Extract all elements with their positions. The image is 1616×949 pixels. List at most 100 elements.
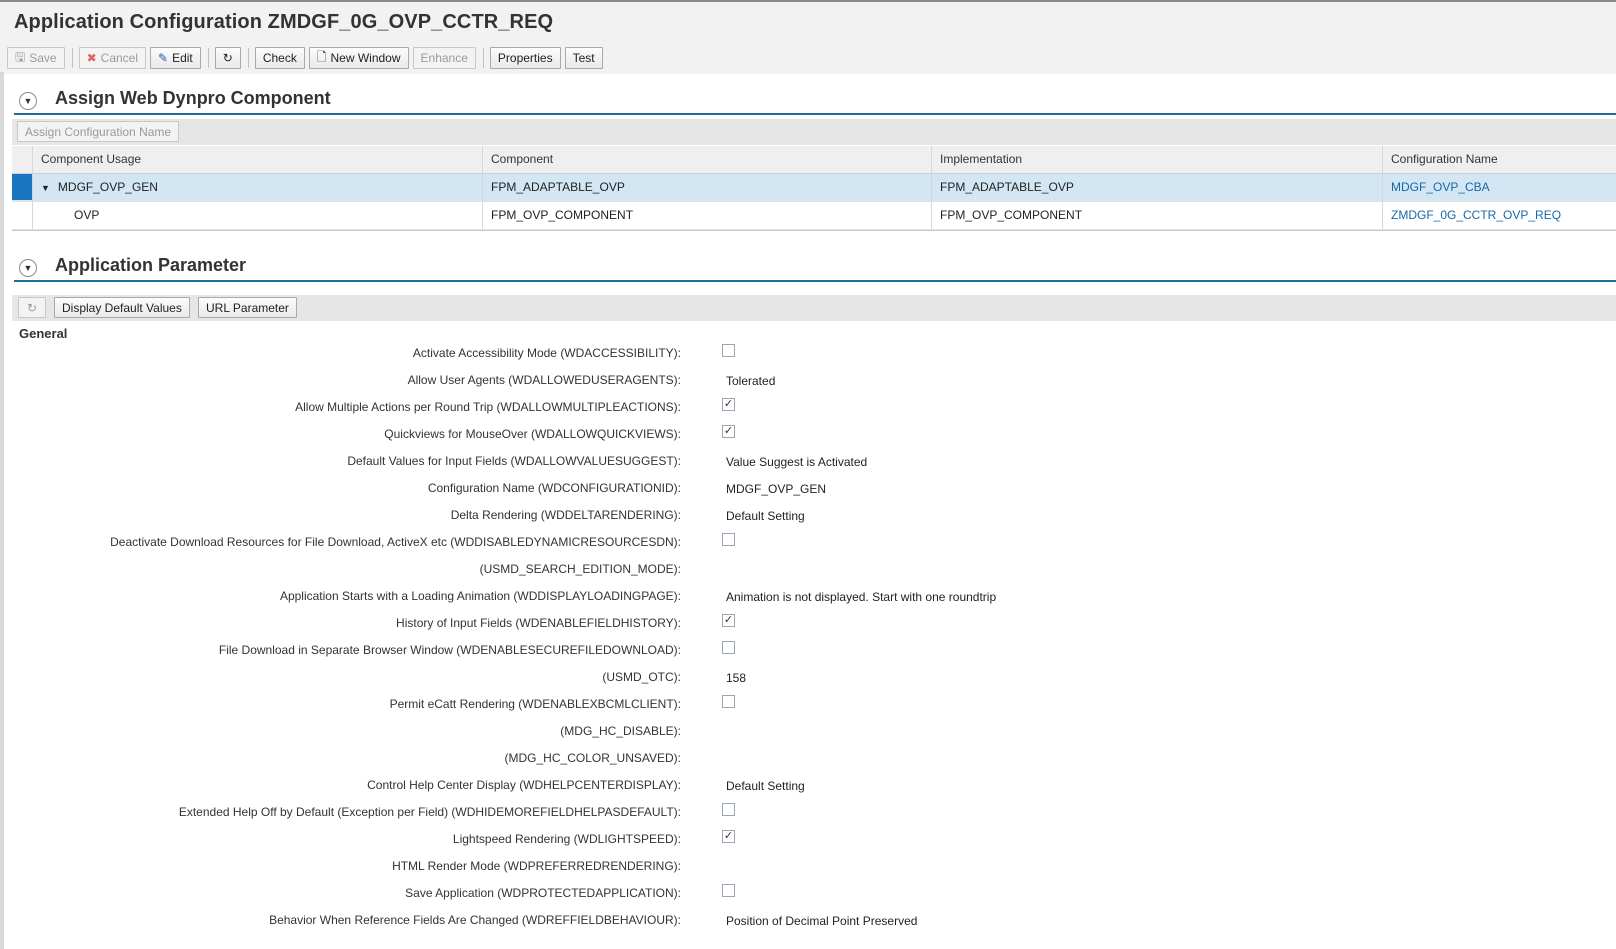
parameter-label: Extended Help Off by Default (Exception … bbox=[178, 805, 681, 819]
enhance-button[interactable]: Enhance bbox=[412, 47, 476, 69]
selection-marker bbox=[12, 174, 32, 200]
column-header[interactable]: Implementation bbox=[932, 146, 1383, 173]
parameter-label: File Download in Separate Browser Window… bbox=[218, 643, 681, 657]
parameter-label: HTML Render Mode (WDPREFERREDRENDERING): bbox=[392, 859, 681, 873]
parameter-row: Activate Accessibility Mode (WDACCESSIBI… bbox=[0, 340, 1616, 366]
page-title: Application Configuration ZMDGF_0G_OVP_C… bbox=[14, 11, 554, 33]
test-button[interactable]: Test bbox=[564, 47, 603, 69]
parameter-checkbox[interactable] bbox=[722, 695, 735, 708]
tree-expand-icon[interactable]: ▼ bbox=[41, 183, 50, 193]
close-icon: ✖ bbox=[86, 51, 97, 65]
parameter-value: Position of Decimal Point Preserved bbox=[726, 914, 918, 928]
refresh-button[interactable]: ↻ bbox=[214, 47, 241, 69]
parameter-label: (USMD_OTC): bbox=[602, 670, 681, 684]
parameter-label: Allow User Agents (WDALLOWEDUSERAGENTS): bbox=[407, 373, 681, 387]
usage-cell: OVP bbox=[33, 202, 483, 229]
parameter-label: Application Starts with a Loading Animat… bbox=[279, 589, 681, 603]
parameter-checkbox[interactable]: ✓ bbox=[722, 830, 735, 843]
collapse-toggle-icon[interactable]: ▼ bbox=[19, 259, 37, 277]
parameter-checkbox[interactable] bbox=[722, 803, 735, 816]
group-title: General bbox=[19, 326, 68, 341]
parameter-checkbox[interactable] bbox=[722, 344, 735, 357]
config-link[interactable]: ZMDGF_0G_CCTR_OVP_REQ bbox=[1391, 208, 1561, 222]
pencil-icon: ✎ bbox=[158, 51, 169, 65]
toolbar-separator bbox=[482, 48, 484, 68]
edit-button[interactable]: ✎ Edit bbox=[150, 47, 201, 69]
parameter-value: 158 bbox=[726, 671, 747, 685]
column-header[interactable]: Component Usage bbox=[33, 146, 483, 173]
parameter-label: (USMD_SEARCH_EDITION_MODE): bbox=[479, 562, 681, 576]
section-title: Assign Web Dynpro Component bbox=[55, 88, 331, 108]
parameter-row: Allow User Agents (WDALLOWEDUSERAGENTS):… bbox=[0, 367, 1616, 393]
column-header[interactable]: Component bbox=[483, 146, 932, 173]
row-selector[interactable] bbox=[12, 174, 33, 201]
parameter-label: Lightspeed Rendering (WDLIGHTSPEED): bbox=[452, 832, 681, 846]
config-link[interactable]: MDGF_OVP_CBA bbox=[1391, 180, 1490, 194]
param-section-header: ▼ Application Parameter bbox=[14, 252, 1616, 282]
parameter-value: Default Setting bbox=[726, 509, 805, 523]
config-cell: ZMDGF_0G_CCTR_OVP_REQ bbox=[1383, 202, 1616, 229]
parameter-row: Allow Multiple Actions per Round Trip (W… bbox=[0, 394, 1616, 420]
parameter-row: (USMD_OTC): 158 bbox=[0, 664, 1616, 690]
assign-section-header: ▼ Assign Web Dynpro Component bbox=[14, 85, 1616, 115]
properties-button[interactable]: Properties bbox=[489, 47, 561, 69]
parameter-value: Animation is not displayed. Start with o… bbox=[726, 590, 997, 604]
assign-toolbar: Assign Configuration Name bbox=[12, 119, 1616, 145]
parameter-label: Deactivate Download Resources for File D… bbox=[110, 535, 681, 549]
main-toolbar: 🖫 Save ✖ Cancel ✎ Edit ↻ Check 🗋 New Window … bbox=[7, 46, 607, 70]
parameter-row: Deactivate Download Resources for File D… bbox=[0, 529, 1616, 555]
parameter-checkbox[interactable] bbox=[722, 641, 735, 654]
table-row[interactable]: ▼ MDGF_OVP_GEN FPM_ADAPTABLE_OVP FPM_ADAP… bbox=[12, 174, 1616, 202]
usage-cell: ▼ MDGF_OVP_GEN bbox=[33, 174, 483, 201]
parameter-row: Permit eCatt Rendering (WDENABLEXBCMLCLI… bbox=[0, 691, 1616, 717]
new-window-button[interactable]: 🗋 New Window bbox=[308, 47, 409, 69]
parameter-row: Default Values for Input Fields (WDALLOW… bbox=[0, 448, 1616, 474]
header-area: Application Configuration ZMDGF_0G_OVP_C… bbox=[0, 0, 1616, 74]
column-header[interactable]: Configuration Name bbox=[1383, 146, 1616, 173]
display-default-values-button[interactable]: Display Default Values bbox=[54, 297, 190, 318]
checkmark-icon: ✓ bbox=[723, 614, 734, 626]
url-parameter-button[interactable]: URL Parameter bbox=[198, 297, 297, 318]
row-selector[interactable] bbox=[12, 202, 33, 229]
check-button[interactable]: Check bbox=[254, 47, 305, 69]
parameter-label: (MDG_HC_COLOR_UNSAVED): bbox=[504, 751, 681, 765]
parameter-row: HTML Render Mode (WDPREFERREDRENDERING): bbox=[0, 853, 1616, 879]
new-window-icon: 🗋 bbox=[316, 49, 327, 64]
refresh-button[interactable]: ↻ bbox=[18, 297, 47, 318]
collapse-toggle-icon[interactable]: ▼ bbox=[19, 92, 37, 110]
parameter-row: Extended Help Off by Default (Exception … bbox=[0, 799, 1616, 825]
parameter-checkbox[interactable] bbox=[722, 884, 735, 897]
parameter-label: Behavior When Reference Fields Are Chang… bbox=[269, 913, 681, 927]
parameter-row: File Download in Separate Browser Window… bbox=[0, 637, 1616, 663]
section-title: Application Parameter bbox=[55, 255, 247, 275]
assign-configuration-name-button[interactable]: Assign Configuration Name bbox=[17, 121, 180, 142]
parameter-checkbox[interactable]: ✓ bbox=[722, 614, 735, 627]
parameter-row: Control Help Center Display (WDHELPCENTE… bbox=[0, 772, 1616, 798]
cancel-button[interactable]: ✖ Cancel bbox=[78, 47, 147, 69]
component-table: Component Usage Component Implementation… bbox=[12, 146, 1616, 231]
row-selector-header[interactable] bbox=[12, 146, 33, 173]
checkmark-icon: ✓ bbox=[723, 425, 734, 437]
implementation-cell: FPM_OVP_COMPONENT bbox=[932, 202, 1383, 229]
parameter-checkbox[interactable] bbox=[722, 533, 735, 546]
parameter-value: Tolerated bbox=[726, 374, 776, 388]
parameter-label: Quickviews for MouseOver (WDALLOWQUICKVI… bbox=[384, 427, 681, 441]
parameter-row: Behavior When Reference Fields Are Chang… bbox=[0, 907, 1616, 933]
parameter-label: Delta Rendering (WDDELTARENDERING): bbox=[450, 508, 681, 522]
parameter-value: Default Setting bbox=[726, 779, 805, 793]
parameter-label: Default Values for Input Fields (WDALLOW… bbox=[347, 454, 681, 468]
table-row[interactable]: OVP FPM_OVP_COMPONENT FPM_OVP_COMPONENT … bbox=[12, 202, 1616, 230]
parameter-value: Value Suggest is Activated bbox=[726, 455, 868, 469]
section-divider bbox=[14, 280, 1616, 282]
component-cell: FPM_ADAPTABLE_OVP bbox=[483, 174, 932, 201]
parameter-checkbox[interactable]: ✓ bbox=[722, 425, 735, 438]
parameter-row: Lightspeed Rendering (WDLIGHTSPEED): ✓ bbox=[0, 826, 1616, 852]
parameter-label: (MDG_HC_DISABLE): bbox=[560, 724, 681, 738]
parameter-row: Configuration Name (WDCONFIGURATIONID): M… bbox=[0, 475, 1616, 501]
parameter-checkbox[interactable]: ✓ bbox=[722, 398, 735, 411]
checkmark-icon: ✓ bbox=[723, 398, 734, 410]
parameter-label: Activate Accessibility Mode (WDACCESSIBI… bbox=[412, 346, 681, 360]
parameter-row: Delta Rendering (WDDELTARENDERING): Defau… bbox=[0, 502, 1616, 528]
save-button[interactable]: 🖫 Save bbox=[7, 47, 65, 69]
refresh-icon: ↻ bbox=[27, 300, 38, 315]
